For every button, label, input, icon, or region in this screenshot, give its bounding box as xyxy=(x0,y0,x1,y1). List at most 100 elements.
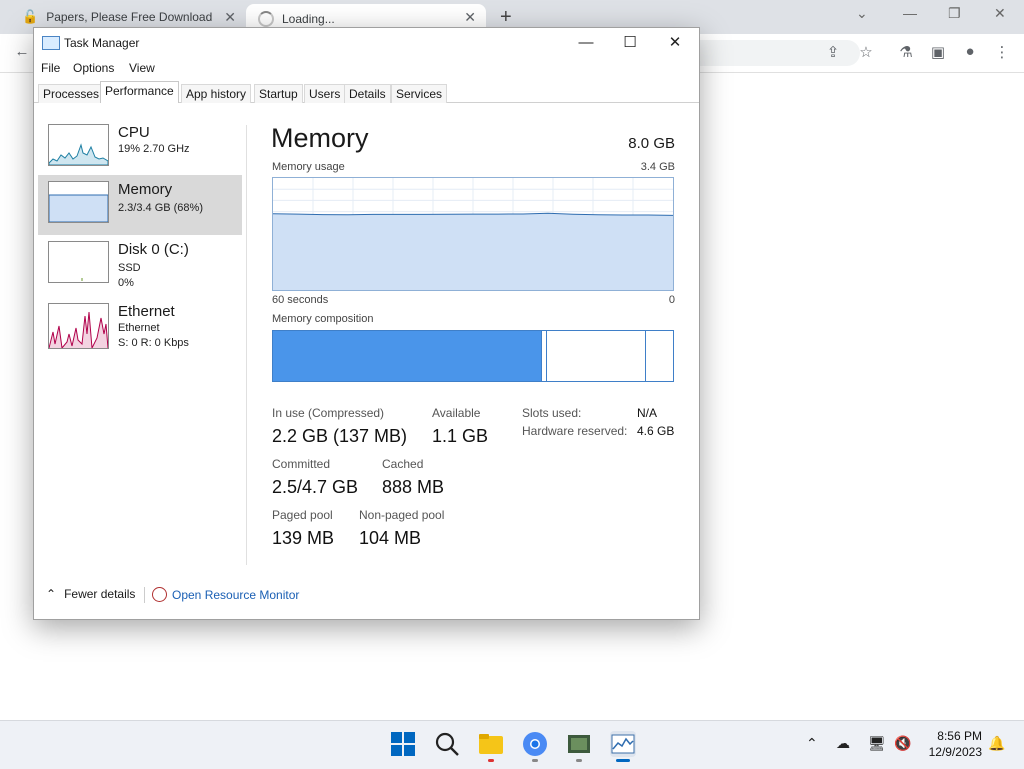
perf-item-detail: Ethernet xyxy=(118,322,160,334)
tab-processes[interactable]: Processes xyxy=(38,84,105,103)
menu-view[interactable]: View xyxy=(129,61,155,75)
side-panel-icon[interactable]: ▣ xyxy=(928,43,948,63)
tab-search-icon[interactable]: ⌄ xyxy=(856,5,868,22)
network-icon[interactable]: 🖥 xyxy=(868,735,886,752)
memory-usage-graph xyxy=(272,177,674,291)
minimize-button[interactable]: — xyxy=(571,32,601,54)
tab-app-history[interactable]: App history xyxy=(181,84,252,103)
tab-details[interactable]: Details xyxy=(344,84,391,103)
perf-item-title: Ethernet xyxy=(118,303,175,320)
memory-usage-max: 3.4 GB xyxy=(640,161,675,173)
lock-icon: 🔓 xyxy=(22,9,39,24)
memory-thumbnail-graph xyxy=(48,181,109,223)
slots-used-value: N/A xyxy=(637,406,658,420)
x-axis-start-label: 60 seconds xyxy=(272,294,329,306)
composition-standby-divider xyxy=(645,331,646,381)
back-arrow-icon[interactable]: ← xyxy=(12,43,32,63)
close-tab-icon[interactable]: ✕ xyxy=(464,9,476,26)
perf-item-title: Memory xyxy=(118,181,173,198)
sidebar-item-disk[interactable]: Disk 0 (C:) SSD 0% xyxy=(38,235,242,295)
committed-label: Committed xyxy=(272,457,331,471)
running-indicator xyxy=(488,759,494,762)
hardware-reserved-label: Hardware reserved: xyxy=(522,424,628,438)
perf-item-detail: S: 0 R: 0 Kbps xyxy=(118,337,189,349)
task-manager-icon xyxy=(611,734,635,754)
extensions-icon[interactable]: ⚗ xyxy=(896,43,916,63)
volume-muted-icon[interactable]: 🔇 xyxy=(894,735,911,752)
close-tab-icon[interactable]: ✕ xyxy=(224,9,236,26)
resource-monitor-icon xyxy=(152,587,167,602)
perf-item-title: Disk 0 (C:) xyxy=(118,241,189,258)
restore-icon[interactable]: ❐ xyxy=(948,5,961,22)
taskbar: ⌃ ☁ 🖥 🔇 8:56 PM 12/9/2023 🔔 xyxy=(0,720,1024,769)
slots-used-label: Slots used: xyxy=(522,406,582,420)
close-button[interactable]: ✕ xyxy=(660,32,690,54)
share-icon[interactable]: ⇪ xyxy=(823,43,843,63)
tab-services[interactable]: Services xyxy=(391,84,448,103)
game-app-button[interactable] xyxy=(566,731,592,757)
memory-usage-area xyxy=(273,213,673,290)
memory-composition-bar xyxy=(272,330,674,382)
sidebar-item-cpu[interactable]: CPU 19% 2.70 GHz xyxy=(38,118,242,178)
perf-item-detail: SSD xyxy=(118,262,141,274)
windows-logo-icon xyxy=(391,732,415,756)
minimize-icon[interactable]: — xyxy=(903,5,917,21)
performance-sidebar: CPU 19% 2.70 GHz Memory 2.3/3.4 GB (68%)… xyxy=(34,118,246,568)
task-manager-window: Task Manager — ☐ ✕ File Options View Pro… xyxy=(33,27,700,620)
perf-item-detail: 19% 2.70 GHz xyxy=(118,143,190,155)
running-indicator xyxy=(576,759,582,762)
tab-performance[interactable]: Performance xyxy=(100,81,179,103)
sidebar-item-memory[interactable]: Memory 2.3/3.4 GB (68%) xyxy=(38,175,242,235)
sidebar-item-ethernet[interactable]: Ethernet Ethernet S: 0 R: 0 Kbps xyxy=(38,301,242,361)
browser-tab-title: Loading... xyxy=(282,12,335,26)
footer-divider xyxy=(144,587,145,603)
open-resource-monitor-link[interactable]: Open Resource Monitor xyxy=(152,587,299,602)
perf-item-detail: 0% xyxy=(118,277,134,289)
bookmark-star-icon[interactable]: ☆ xyxy=(856,43,876,63)
file-explorer-button[interactable] xyxy=(478,731,504,757)
chrome-button[interactable] xyxy=(522,731,548,757)
system-clock[interactable]: 8:56 PM 12/9/2023 xyxy=(929,728,982,760)
paged-pool-value: 139 MB xyxy=(272,528,335,548)
chevron-up-icon: ⌃ xyxy=(46,587,57,601)
title-bar[interactable]: Task Manager — ☐ ✕ xyxy=(34,28,699,58)
ethernet-thumbnail-graph xyxy=(48,303,109,349)
show-hidden-icons-chevron-icon[interactable]: ⌃ xyxy=(806,735,818,752)
committed-value: 2.5/4.7 GB xyxy=(272,477,359,497)
folder-icon xyxy=(479,734,503,754)
maximize-button[interactable]: ☐ xyxy=(615,32,645,54)
clock-time: 8:56 PM xyxy=(937,729,982,743)
profile-avatar-icon[interactable]: ● xyxy=(960,43,980,63)
paged-pool-label: Paged pool xyxy=(272,508,333,522)
perf-item-title: CPU xyxy=(118,124,150,141)
disk-thumbnail-graph xyxy=(48,241,109,283)
nonpaged-pool-value: 104 MB xyxy=(359,528,422,548)
close-icon[interactable]: ✕ xyxy=(994,5,1006,22)
search-button[interactable] xyxy=(434,731,460,757)
tab-users[interactable]: Users xyxy=(304,84,346,103)
browser-tab-title: Papers, Please Free Download (v xyxy=(46,10,217,24)
onedrive-icon[interactable]: ☁ xyxy=(836,735,850,752)
browser-menu-icon[interactable]: ⋮ xyxy=(992,43,1012,63)
menu-options[interactable]: Options xyxy=(73,61,114,75)
fewer-details-button[interactable]: ⌃ Fewer details xyxy=(46,587,135,601)
menu-bar: File Options View xyxy=(34,58,699,78)
hardware-reserved-value: 4.6 GB xyxy=(637,424,675,438)
loading-spinner-icon xyxy=(258,11,274,27)
clock-date: 12/9/2023 xyxy=(928,745,982,759)
window-title: Task Manager xyxy=(64,36,140,50)
nonpaged-pool-label: Non-paged pool xyxy=(359,508,445,522)
running-indicator xyxy=(532,759,538,762)
perf-item-detail: 2.3/3.4 GB (68%) xyxy=(118,202,203,214)
start-button[interactable] xyxy=(390,731,416,757)
page-title: Memory xyxy=(271,123,369,153)
x-axis-end-label: 0 xyxy=(668,294,675,306)
papers-please-icon xyxy=(568,735,590,753)
task-manager-app-icon xyxy=(42,36,60,50)
new-tab-button[interactable]: + xyxy=(500,6,512,29)
tab-startup[interactable]: Startup xyxy=(254,84,303,103)
task-manager-taskbar-button[interactable] xyxy=(610,731,636,757)
memory-total: 8.0 GB xyxy=(628,135,675,152)
notification-bell-icon[interactable]: 🔔 xyxy=(988,735,1005,752)
menu-file[interactable]: File xyxy=(41,61,60,75)
